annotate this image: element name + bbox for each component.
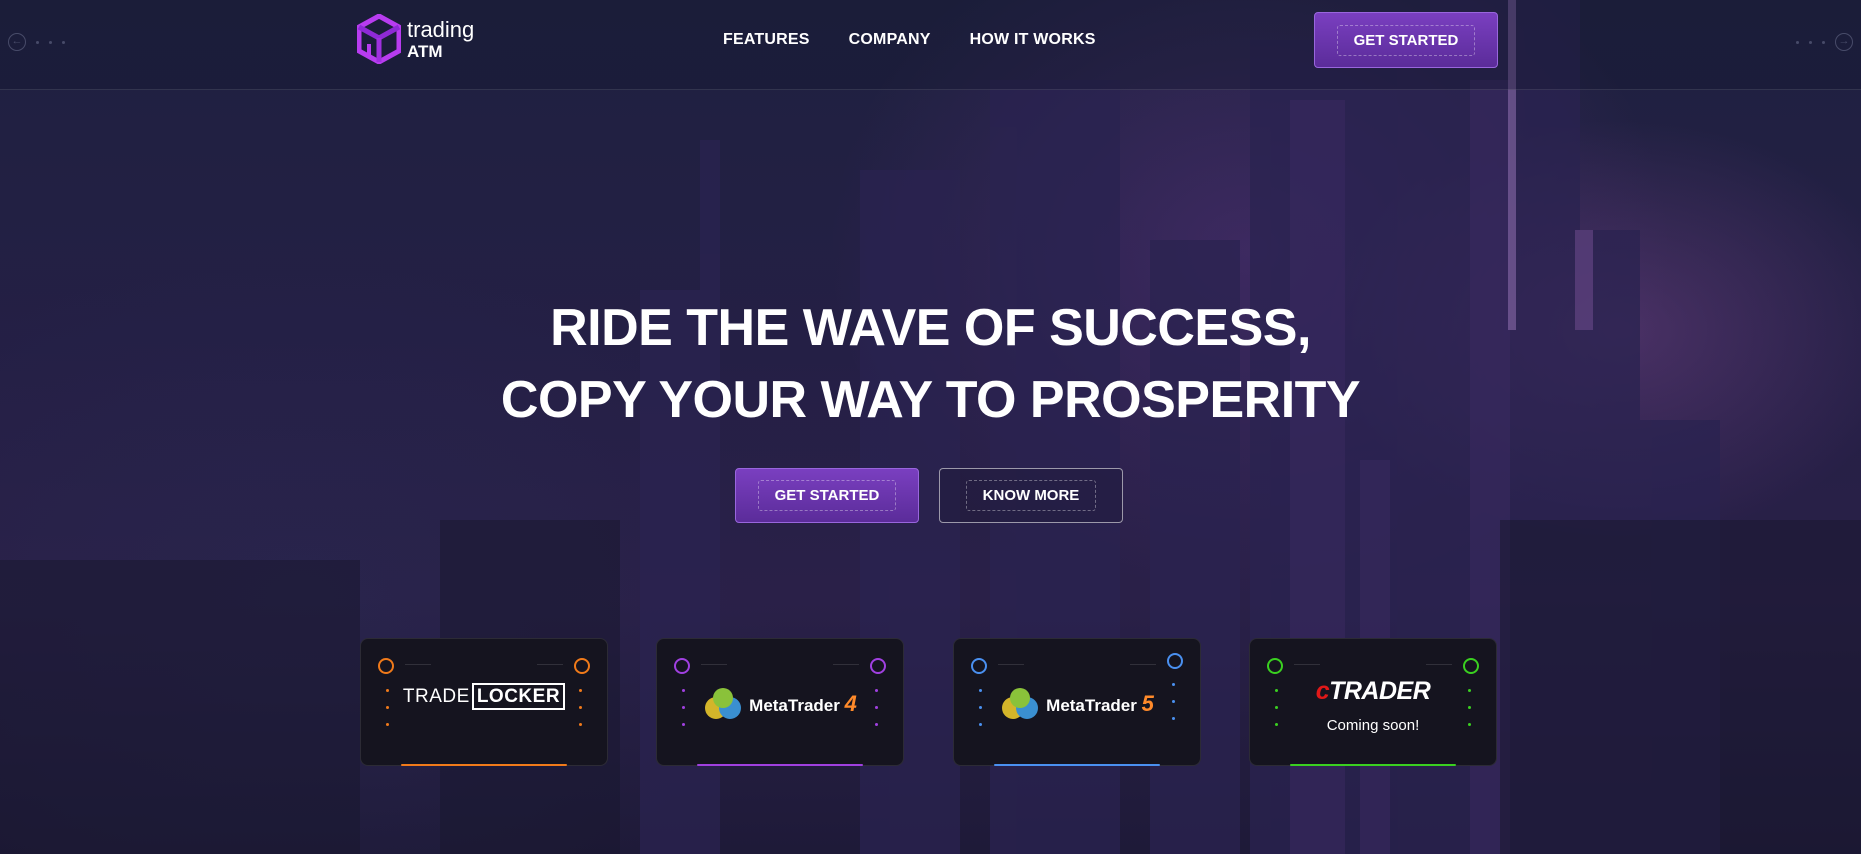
hero-title-line1: RIDE THE WAVE OF SUCCESS, bbox=[550, 299, 1311, 357]
know-more-button[interactable]: KNOW MORE bbox=[939, 468, 1123, 523]
corner-ring-icon bbox=[674, 658, 690, 674]
arrow-right-icon[interactable]: → bbox=[1835, 33, 1853, 51]
metatrader5-logo: MetaTrader 5 bbox=[954, 686, 1200, 722]
nav-how-it-works[interactable]: HOW IT WORKS bbox=[970, 31, 1096, 49]
mt4-name: MetaTrader bbox=[749, 696, 840, 715]
logo[interactable]: trading ATM bbox=[357, 14, 474, 64]
top-navbar: ← → trading ATM FEATURES COMPANY HOW IT … bbox=[0, 0, 1861, 90]
tradelocker-suffix: LOCKER bbox=[471, 683, 566, 710]
mt5-version: 5 bbox=[1141, 691, 1154, 716]
corner-ring-icon bbox=[1267, 658, 1283, 674]
platform-card-tradelocker[interactable]: TRADE LOCKER bbox=[360, 638, 608, 766]
ctrader-coming-soon: Coming soon! bbox=[1326, 717, 1420, 734]
arrow-left-icon[interactable]: ← bbox=[8, 33, 26, 51]
nav-features[interactable]: FEATURES bbox=[723, 31, 810, 49]
logo-text-trading: trading bbox=[407, 16, 475, 42]
corner-ring-icon bbox=[971, 658, 987, 674]
platform-card-metatrader4[interactable]: MetaTrader 4 bbox=[656, 638, 904, 766]
corner-ring-icon bbox=[1167, 653, 1183, 669]
corner-ring-icon bbox=[574, 658, 590, 674]
mt4-version: 4 bbox=[844, 691, 857, 716]
hero-get-started-label: GET STARTED bbox=[757, 480, 897, 511]
tradelocker-prefix: TRADE bbox=[402, 686, 470, 707]
ctrader-logo: cTRADER bbox=[1250, 677, 1496, 706]
metatrader4-logo: MetaTrader 4 bbox=[657, 686, 903, 722]
know-more-label: KNOW MORE bbox=[965, 480, 1097, 511]
main-nav: FEATURES COMPANY HOW IT WORKS bbox=[723, 31, 1096, 49]
metatrader-globe-icon bbox=[1002, 688, 1039, 719]
hero-get-started-button[interactable]: GET STARTED bbox=[735, 468, 919, 523]
corner-ring-icon bbox=[378, 658, 394, 674]
metatrader-globe-icon bbox=[705, 688, 742, 719]
right-carousel-control[interactable]: → bbox=[1796, 33, 1853, 51]
ctrader-prefix: c bbox=[1315, 677, 1330, 705]
header-get-started-label: GET STARTED bbox=[1336, 24, 1476, 56]
hero-title-line2: COPY YOUR WAY TO PROSPERITY bbox=[500, 371, 1361, 429]
mt5-name: MetaTrader bbox=[1046, 696, 1137, 715]
cube-logo-icon bbox=[357, 14, 401, 64]
corner-ring-icon bbox=[1463, 658, 1479, 674]
nav-company[interactable]: COMPANY bbox=[849, 31, 931, 49]
left-carousel-control[interactable]: ← bbox=[8, 33, 65, 51]
corner-ring-icon bbox=[870, 658, 886, 674]
tradelocker-logo: TRADE LOCKER bbox=[361, 683, 607, 710]
platform-card-metatrader5[interactable]: MetaTrader 5 bbox=[953, 638, 1201, 766]
platform-card-ctrader[interactable]: cTRADER Coming soon! bbox=[1249, 638, 1497, 766]
logo-text-atm: ATM bbox=[407, 41, 443, 61]
header-get-started-button[interactable]: GET STARTED bbox=[1314, 12, 1498, 68]
ctrader-suffix: TRADER bbox=[1329, 677, 1431, 705]
